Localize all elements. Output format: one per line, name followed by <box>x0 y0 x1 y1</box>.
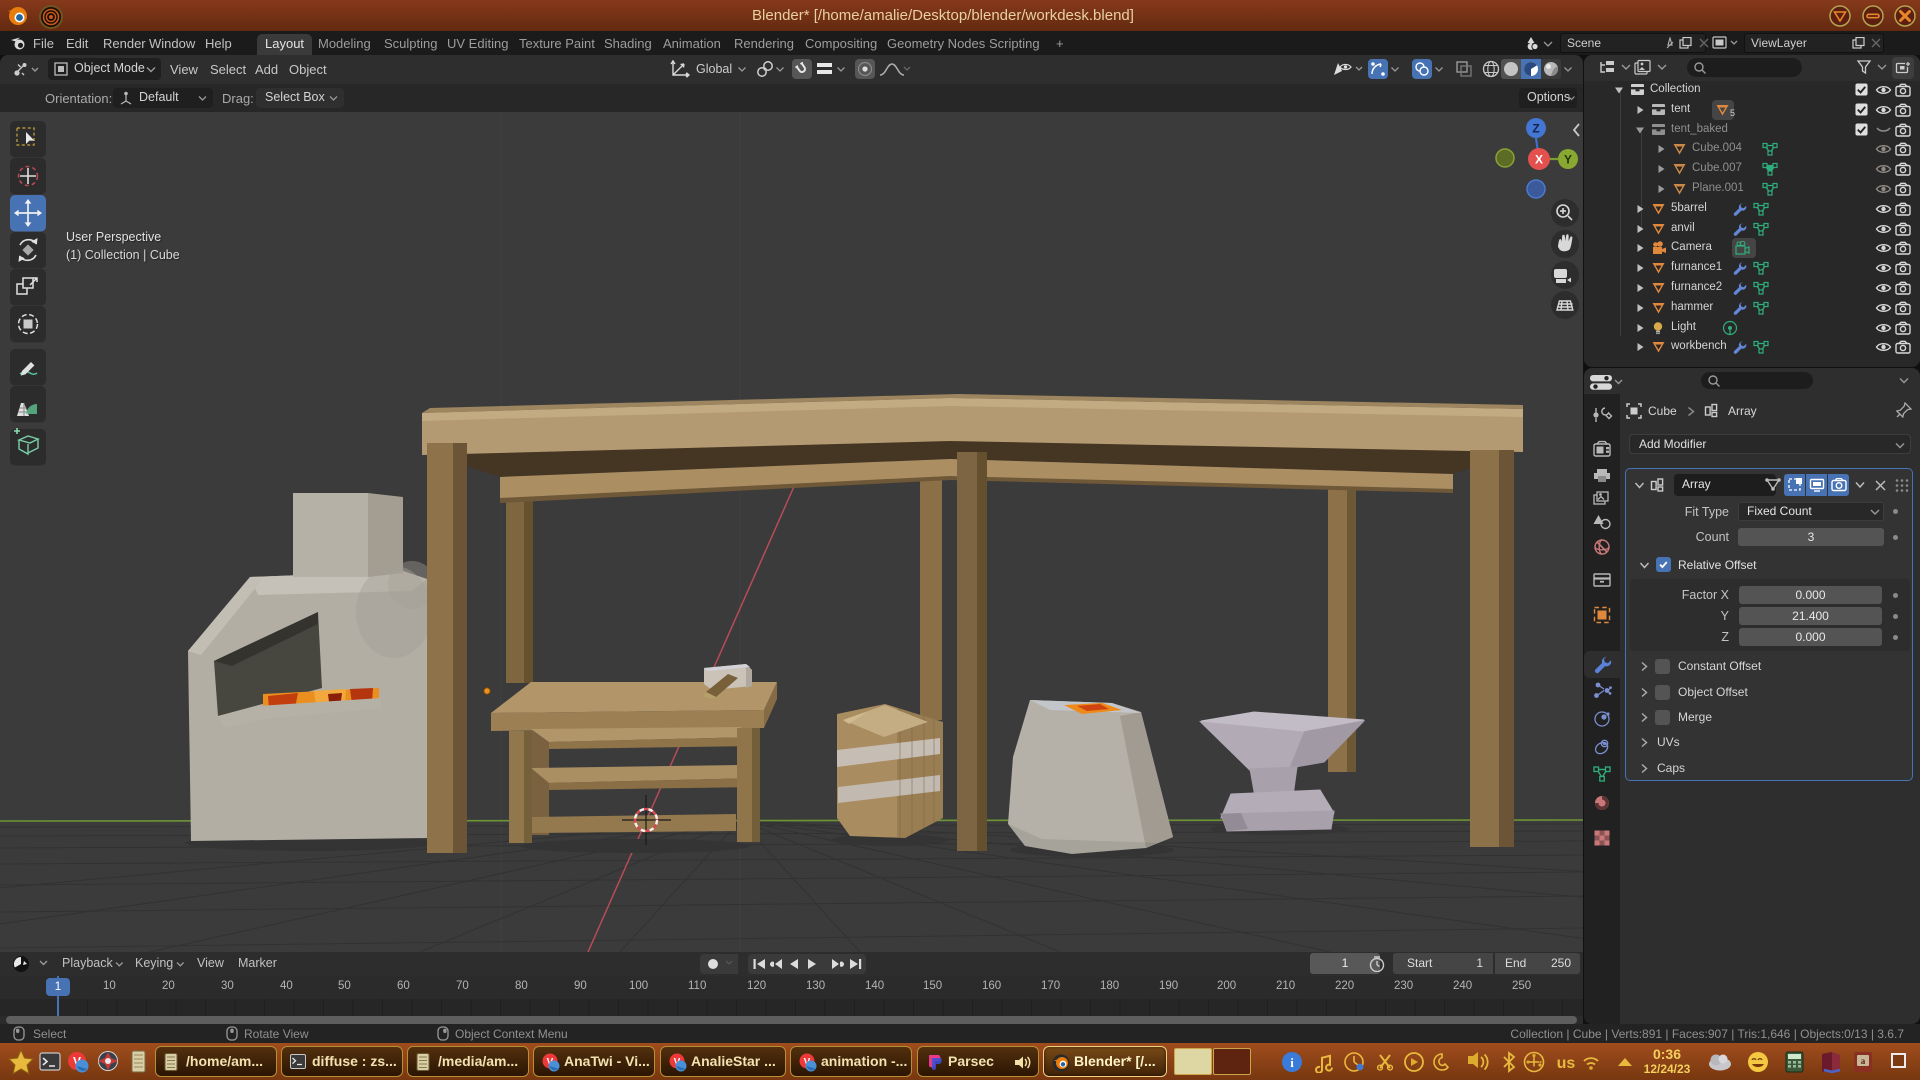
svg-text:Z: Z <box>1532 122 1539 136</box>
svg-text:Y: Y <box>1564 153 1572 167</box>
svg-text:i: i <box>1290 1055 1294 1070</box>
svg-text:us: us <box>1557 1055 1576 1072</box>
svg-text:a: a <box>1861 1056 1866 1066</box>
svg-text:X: X <box>1535 153 1543 167</box>
